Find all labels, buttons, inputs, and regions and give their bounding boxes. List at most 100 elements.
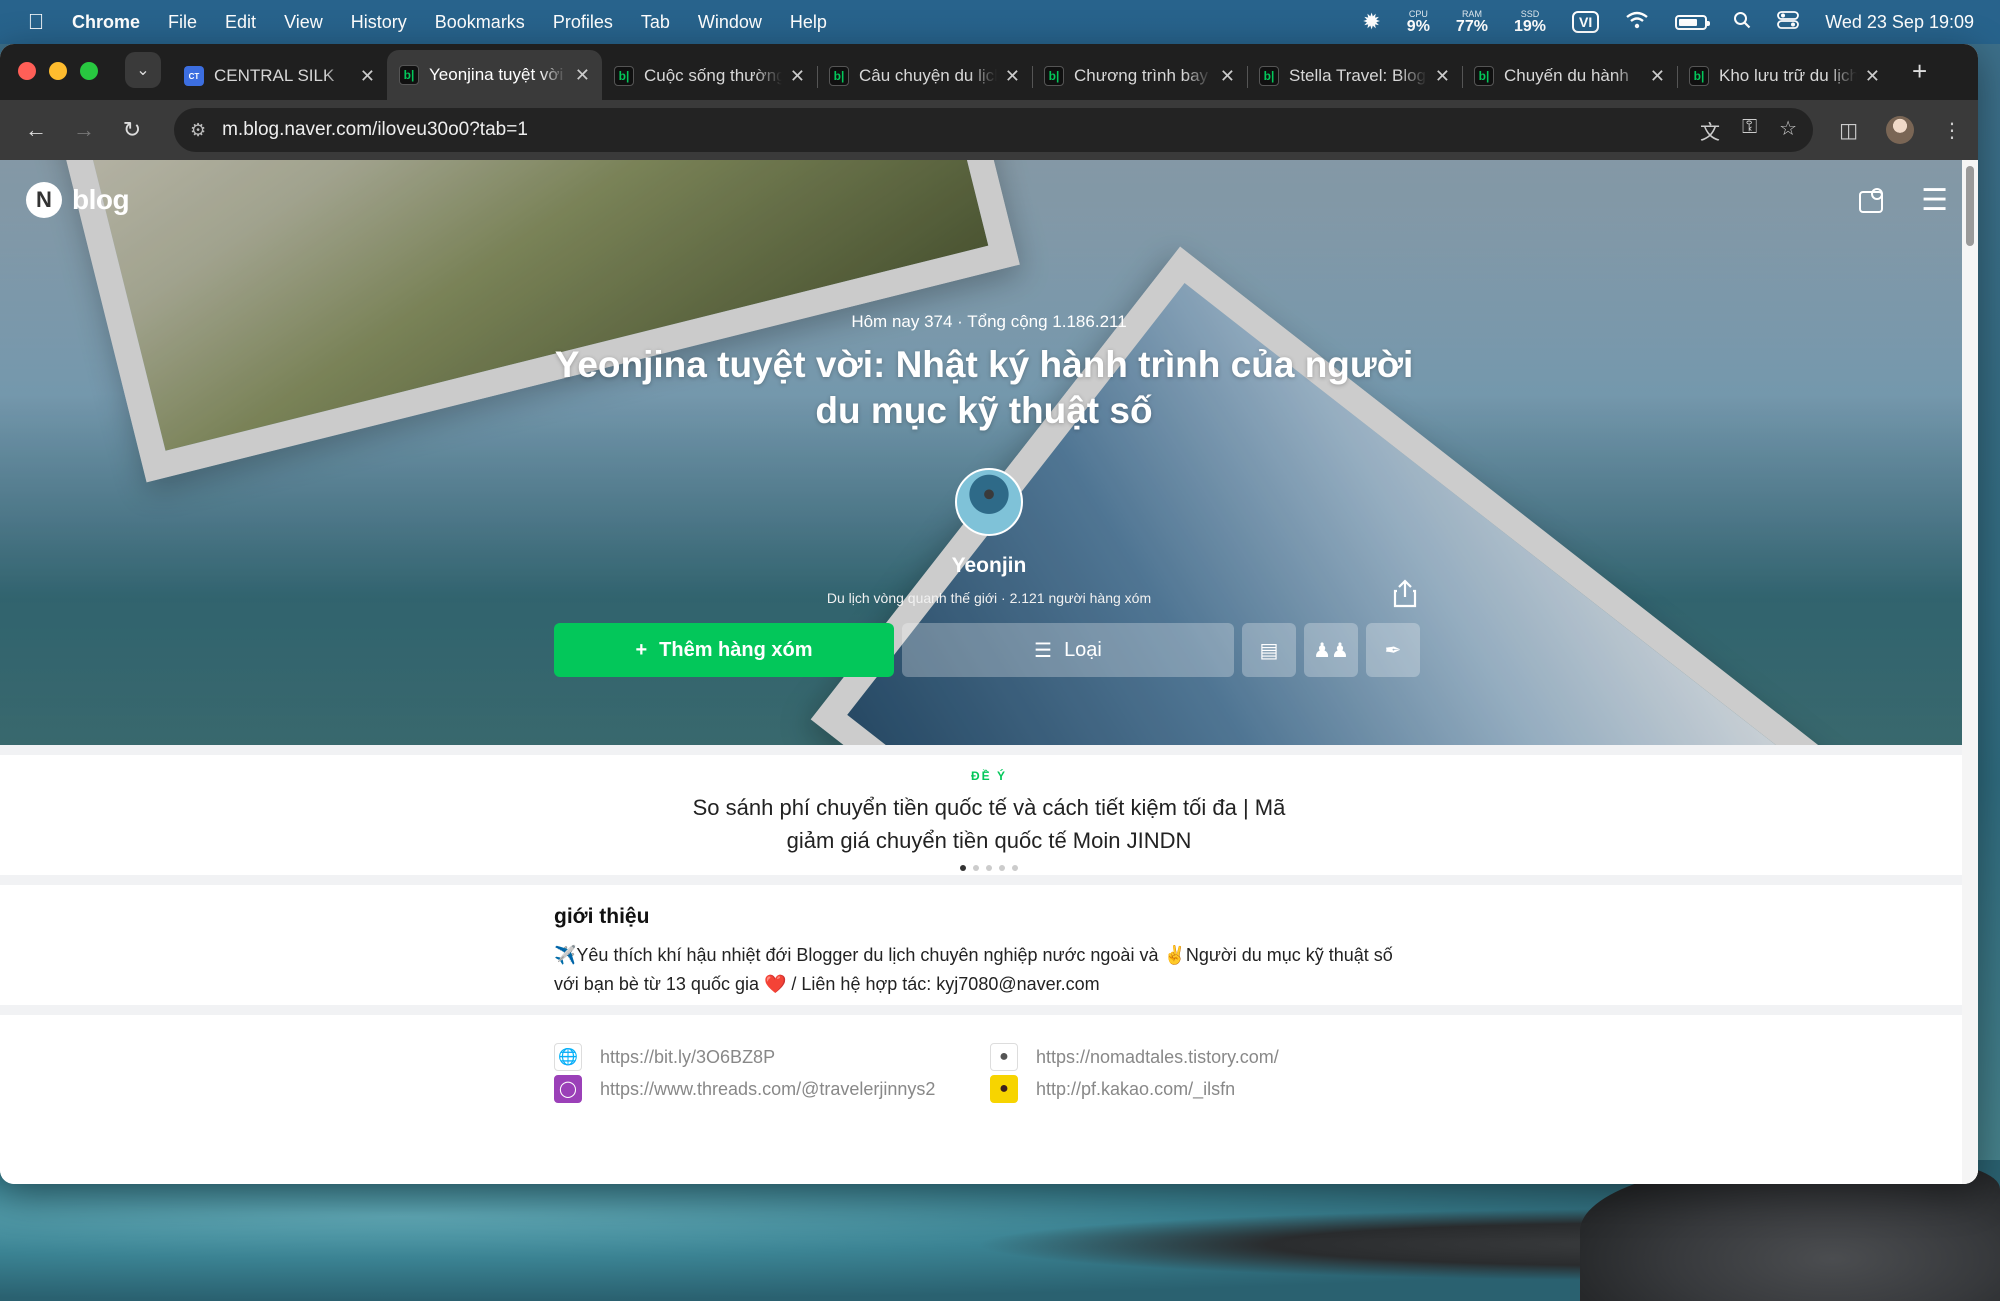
tab-strip: ⌄ CT CENTRAL SILK ✕ b| Yeonjina tuyệt vờ… <box>0 44 1978 100</box>
link-url[interactable]: https://www.threads.com/@travelerjinnys2 <box>600 1079 935 1100</box>
macos-menu-bar:  Chrome File Edit View History Bookmark… <box>0 0 2000 44</box>
menu-bookmarks[interactable]: Bookmarks <box>435 12 525 33</box>
external-links: 🌐 https://bit.ly/3O6BZ8P ● https://nomad… <box>0 1015 1978 1184</box>
close-window-button[interactable] <box>18 62 36 80</box>
tab-close-icon[interactable]: ✕ <box>360 66 375 87</box>
tab-close-icon[interactable]: ✕ <box>1865 66 1880 87</box>
battery-icon[interactable] <box>1675 14 1711 30</box>
tab-yeonjina-active[interactable]: b| Yeonjina tuyệt vời ✕ <box>387 50 602 100</box>
tab-chuyen-du-hanh[interactable]: b| Chuyến du hành ✕ <box>1462 54 1677 98</box>
tab-close-icon[interactable]: ✕ <box>1435 66 1450 87</box>
globe-icon: 🌐 <box>554 1043 582 1071</box>
link-url[interactable]: http://pf.kakao.com/_ilsfn <box>1036 1079 1235 1100</box>
page-scrollbar[interactable] <box>1962 160 1978 1184</box>
translate-icon[interactable]: 文 <box>1700 116 1720 145</box>
tab-chuong-trinh[interactable]: b| Chương trình bay ✕ <box>1032 54 1247 98</box>
carousel-dot[interactable] <box>986 865 992 871</box>
carousel-dot[interactable] <box>1012 865 1018 871</box>
chrome-menu-kebab-icon[interactable]: ⋮ <box>1942 118 1962 143</box>
add-neighbor-button[interactable]: + Thêm hàng xóm <box>554 623 894 677</box>
menu-window[interactable]: Window <box>698 12 762 33</box>
tab-search-chevron-icon[interactable]: ⌄ <box>125 52 161 88</box>
tab-stella-travel[interactable]: b| Stella Travel: Blog ✕ <box>1247 54 1462 98</box>
tab-cau-chuyen[interactable]: b| Câu chuyện du lịch ✕ <box>817 54 1032 98</box>
menu-tab[interactable]: Tab <box>641 12 670 33</box>
people-icon: ♟♟ <box>1313 639 1349 662</box>
naver-n-icon: N <box>26 182 62 218</box>
apple-menu-icon[interactable]:  <box>0 9 72 35</box>
tab-favicon-icon: b| <box>1689 66 1709 86</box>
browser-toolbar: ← → ↻ ⚙ m.blog.naver.com/iloveu30o0?tab=… <box>0 100 1978 160</box>
cpu-value: 9% <box>1406 17 1430 35</box>
blog-action-buttons: + Thêm hàng xóm ☰ Loại ▤ ♟♟ ✒ <box>554 623 1420 677</box>
spotlight-search-icon[interactable] <box>1733 11 1751 34</box>
menu-file[interactable]: File <box>168 12 197 33</box>
extensions-puzzle-icon[interactable]: ◫ <box>1839 118 1858 143</box>
address-url[interactable]: m.blog.naver.com/iloveu30o0?tab=1 <box>222 119 1700 141</box>
menu-history[interactable]: History <box>351 12 407 33</box>
minimize-window-button[interactable] <box>49 62 67 80</box>
scrollbar-thumb[interactable] <box>1966 166 1974 246</box>
cpu-stat[interactable]: CPU 9% <box>1406 8 1430 35</box>
link-url[interactable]: https://bit.ly/3O6BZ8P <box>600 1047 775 1068</box>
tab-favicon-icon: b| <box>1474 66 1494 86</box>
share-icon[interactable] <box>1392 578 1418 615</box>
carousel-dot[interactable] <box>973 865 979 871</box>
guestbook-button[interactable]: ▤ <box>1242 623 1296 677</box>
password-key-icon[interactable]: ⚿ <box>1742 116 1757 145</box>
control-center-icon[interactable] <box>1777 10 1800 34</box>
my-news-icon[interactable] <box>1857 186 1887 222</box>
new-tab-plus-icon[interactable]: + <box>1912 56 1927 100</box>
tab-close-icon[interactable]: ✕ <box>575 65 590 86</box>
profile-avatar[interactable] <box>1886 116 1915 144</box>
tab-central-silk[interactable]: CT CENTRAL SILK ✕ <box>172 54 387 98</box>
suggestion-banner[interactable]: ĐỀ Ý So sánh phí chuyển tiền quốc tế và … <box>0 755 1978 875</box>
naver-blog-logo[interactable]: N blog <box>26 182 130 218</box>
tab-close-icon[interactable]: ✕ <box>1220 66 1235 87</box>
address-bar[interactable]: ⚙ m.blog.naver.com/iloveu30o0?tab=1 文 ⚿ … <box>173 108 1814 152</box>
brightness-icon[interactable]: ✹ <box>1362 9 1380 35</box>
maximize-window-button[interactable] <box>80 62 98 80</box>
tab-cuoc-song[interactable]: b| Cuộc sống thường ✕ <box>602 54 817 98</box>
menu-help[interactable]: Help <box>790 12 827 33</box>
tab-close-icon[interactable]: ✕ <box>1650 66 1665 87</box>
hamburger-menu-icon[interactable]: ☰ <box>1921 186 1948 222</box>
section-divider <box>0 745 1978 755</box>
suggestion-text[interactable]: So sánh phí chuyển tiền quốc tế và cách … <box>669 791 1309 857</box>
menu-view[interactable]: View <box>284 12 323 33</box>
tab-title: Stella Travel: Blog <box>1289 66 1427 85</box>
ram-stat[interactable]: RAM 77% <box>1456 9 1488 35</box>
section-divider <box>0 875 1978 885</box>
author-name[interactable]: Yeonjin <box>0 554 1978 578</box>
tab-kho-luu-tru[interactable]: b| Kho lưu trữ du lịch ✕ <box>1677 54 1892 98</box>
link-item[interactable]: 🌐 https://bit.ly/3O6BZ8P <box>554 1043 775 1071</box>
menu-edit[interactable]: Edit <box>225 12 256 33</box>
reload-icon[interactable]: ↻ <box>112 117 152 143</box>
author-avatar[interactable] <box>955 468 1023 536</box>
ssd-value: 19% <box>1513 17 1546 35</box>
link-item[interactable]: ● http://pf.kakao.com/_ilsfn <box>990 1075 1235 1103</box>
write-button[interactable]: ✒ <box>1366 623 1420 677</box>
input-source-badge[interactable]: VI <box>1571 11 1600 33</box>
back-arrow-icon[interactable]: ← <box>16 117 56 143</box>
tab-favicon-icon: CT <box>184 66 204 86</box>
carousel-dot[interactable] <box>960 865 966 871</box>
blog-title: Yeonjina tuyệt vời: Nhật ký hành trình c… <box>554 344 1414 431</box>
bookmark-star-icon[interactable]: ☆ <box>1779 116 1797 145</box>
forward-arrow-icon[interactable]: → <box>64 117 104 143</box>
tab-close-icon[interactable]: ✕ <box>1005 66 1020 87</box>
link-item[interactable]: ● https://nomadtales.tistory.com/ <box>990 1043 1279 1071</box>
carousel-dot[interactable] <box>999 865 1005 871</box>
menu-app-name[interactable]: Chrome <box>72 12 140 33</box>
site-info-icon[interactable]: ⚙ <box>190 120 206 141</box>
link-url[interactable]: https://nomadtales.tistory.com/ <box>1036 1047 1279 1068</box>
category-button[interactable]: ☰ Loại <box>902 623 1234 677</box>
cpu-label: CPU <box>1408 8 1428 19</box>
tab-close-icon[interactable]: ✕ <box>790 66 805 87</box>
wifi-icon[interactable] <box>1625 11 1649 34</box>
link-item[interactable]: ◯ https://www.threads.com/@travelerjinny… <box>554 1075 935 1103</box>
neighbors-button[interactable]: ♟♟ <box>1304 623 1358 677</box>
ssd-stat[interactable]: SSD 19% <box>1513 9 1546 35</box>
menu-profiles[interactable]: Profiles <box>553 12 613 33</box>
menubar-datetime[interactable]: Wed 23 Sep 19:09 <box>1825 12 1974 33</box>
